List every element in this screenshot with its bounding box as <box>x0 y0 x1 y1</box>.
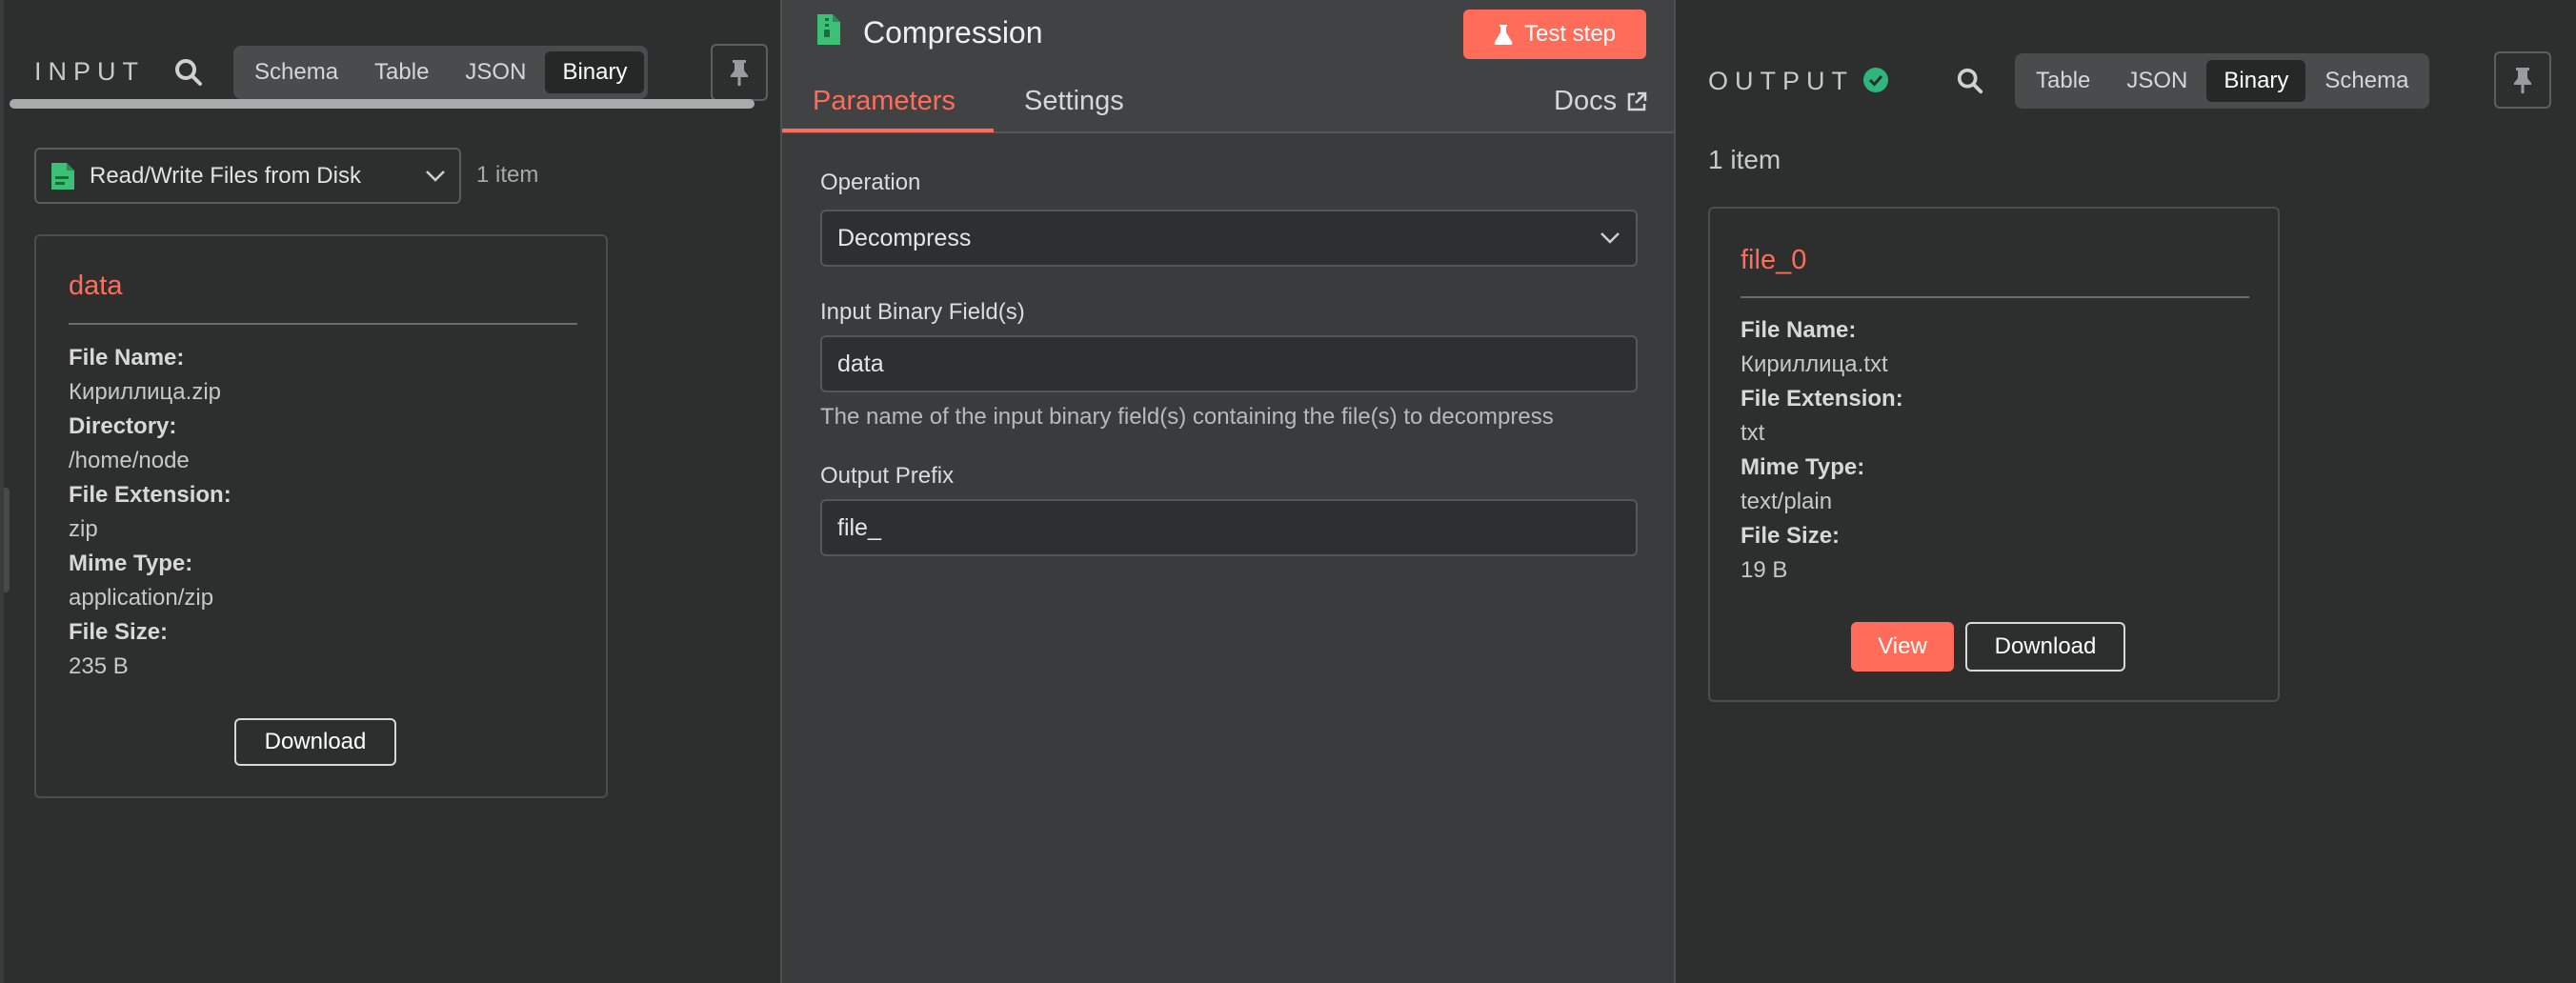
field-value: 19 B <box>1741 557 1788 583</box>
output-view-tabs: Table JSON Binary Schema <box>2015 53 2430 109</box>
input-panel: INPUT Schema Table JSON Binary Read/Writ… <box>0 0 780 983</box>
output-tab-table[interactable]: Table <box>2019 60 2107 102</box>
search-icon[interactable] <box>1956 67 1984 95</box>
docs-link[interactable]: Docs <box>1554 86 1647 117</box>
input-view-tabs: Schema Table JSON Binary <box>233 46 649 99</box>
binary-field-hint: The name of the input binary field(s) co… <box>820 404 1554 430</box>
compression-node-icon <box>816 13 841 46</box>
binary-field-input[interactable]: data <box>820 335 1638 392</box>
card-divider <box>69 323 577 325</box>
field-value: Кириллица.txt <box>1741 351 1888 377</box>
output-prefix-label: Output Prefix <box>820 463 955 489</box>
field-value: 235 B <box>69 653 129 679</box>
test-step-label: Test step <box>1523 21 1617 47</box>
field-value: application/zip <box>69 585 214 611</box>
field-value: zip <box>69 516 98 542</box>
output-binary-card: file_0 File Name: Кириллица.txt File Ext… <box>1708 207 2280 702</box>
output-prefix-input[interactable]: file_ <box>820 499 1638 556</box>
field-value: text/plain <box>1741 489 1833 514</box>
search-icon[interactable] <box>173 57 204 88</box>
field-label: Directory: <box>69 413 177 439</box>
output-item-count: 1 item <box>1708 145 1781 174</box>
output-title: OUTPUT <box>1708 67 1854 95</box>
node-title: Compression <box>863 15 1043 50</box>
input-item-count: 1 item <box>476 162 539 188</box>
field-value: txt <box>1741 420 1765 446</box>
docs-label: Docs <box>1554 86 1618 116</box>
field-value: Кириллица.zip <box>69 379 221 405</box>
pin-icon <box>731 60 748 86</box>
field-label: File Size: <box>69 619 169 645</box>
input-tab-table[interactable]: Table <box>357 51 446 93</box>
field-label: File Extension: <box>1741 386 1903 411</box>
input-node-select[interactable]: Read/Write Files from Disk <box>34 148 461 204</box>
pin-icon <box>2514 68 2531 93</box>
tab-settings[interactable]: Settings <box>1024 86 1124 117</box>
field-label: Mime Type: <box>1741 454 1865 480</box>
card-fields: File Name: Кириллица.txt File Extension:… <box>1741 313 2245 588</box>
card-divider <box>1741 296 2249 298</box>
output-tab-json[interactable]: JSON <box>2109 60 2204 102</box>
field-label: File Name: <box>1741 317 1857 343</box>
file-node-icon <box>51 162 74 190</box>
download-button[interactable]: Download <box>234 718 396 766</box>
input-title: INPUT <box>34 57 145 86</box>
download-button[interactable]: Download <box>1965 622 2125 672</box>
input-binary-card: data File Name: Кириллица.zip Directory:… <box>34 234 608 798</box>
horizontal-scrollbar[interactable] <box>10 99 755 109</box>
binary-field-label: Input Binary Field(s) <box>820 299 1025 325</box>
view-button[interactable]: View <box>1851 622 1954 672</box>
external-link-icon <box>1627 91 1647 110</box>
flask-icon <box>1494 25 1513 45</box>
input-pin-button[interactable] <box>711 44 768 101</box>
field-value: /home/node <box>69 448 190 473</box>
parameters-body: Operation Decompress Input Binary Field(… <box>782 133 1674 983</box>
output-pin-button[interactable] <box>2494 51 2551 109</box>
active-tab-indicator <box>782 129 994 132</box>
field-label: File Extension: <box>69 482 231 508</box>
card-fields: File Name: Кириллица.zip Directory: /hom… <box>69 341 574 684</box>
test-step-button[interactable]: Test step <box>1463 10 1646 59</box>
card-title: file_0 <box>1741 245 1807 275</box>
card-title: data <box>69 271 123 301</box>
node-panel: Compression Test step Parameters Setting… <box>780 0 1676 983</box>
field-label: File Name: <box>69 345 185 371</box>
input-node-name: Read/Write Files from Disk <box>90 162 361 189</box>
input-tab-json[interactable]: JSON <box>448 51 543 93</box>
field-label: File Size: <box>1741 523 1841 549</box>
panel-drag-handle[interactable] <box>4 488 10 592</box>
output-panel: OUTPUT Table JSON Binary Schema 1 item f… <box>1676 0 2576 983</box>
tab-parameters[interactable]: Parameters <box>813 86 956 117</box>
output-tab-schema[interactable]: Schema <box>2307 60 2425 102</box>
input-tab-schema[interactable]: Schema <box>237 51 355 93</box>
chevron-down-icon <box>1600 232 1620 244</box>
input-tab-binary[interactable]: Binary <box>545 51 645 93</box>
operation-value: Decompress <box>837 224 972 251</box>
success-check-icon <box>1862 67 1889 93</box>
operation-label: Operation <box>820 170 921 195</box>
operation-select[interactable]: Decompress <box>820 210 1638 267</box>
output-tab-binary[interactable]: Binary <box>2206 60 2306 102</box>
chevron-down-icon <box>426 170 445 182</box>
field-label: Mime Type: <box>69 551 193 576</box>
